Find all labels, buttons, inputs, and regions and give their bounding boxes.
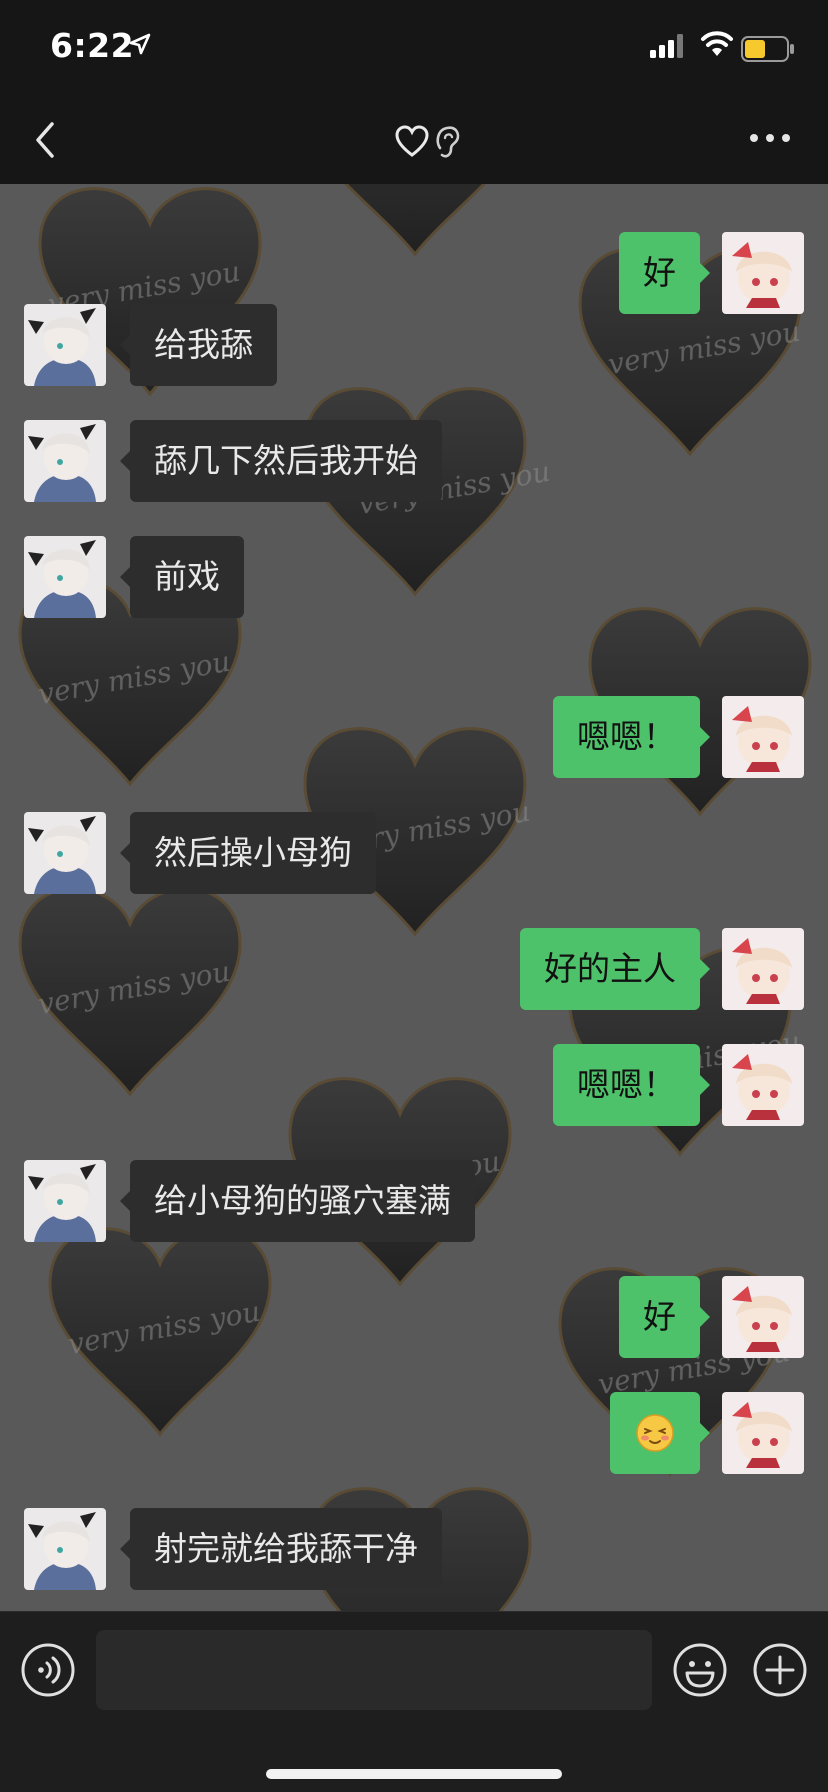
- message-bubble[interactable]: 前戏: [120, 536, 244, 618]
- message-received[interactable]: 然后操小母狗: [0, 812, 828, 894]
- wifi-icon: [701, 31, 733, 56]
- message-sent[interactable]: [0, 1392, 828, 1474]
- emoji-icon[interactable]: [672, 1642, 728, 1698]
- message-sent[interactable]: 好: [0, 232, 828, 314]
- message-bubble[interactable]: 给我舔: [120, 304, 277, 386]
- message-sent[interactable]: 嗯嗯！: [0, 696, 828, 778]
- user-avatar[interactable]: [722, 928, 804, 1010]
- voice-input-icon[interactable]: [20, 1642, 76, 1698]
- input-bar: [0, 1611, 828, 1792]
- blushing-emoji-icon: [636, 1414, 674, 1452]
- contact-avatar[interactable]: [24, 536, 106, 618]
- message-received[interactable]: 前戏: [0, 536, 828, 618]
- contact-avatar[interactable]: [24, 812, 106, 894]
- message-bubble[interactable]: 好: [619, 232, 710, 314]
- back-chevron-icon[interactable]: [28, 118, 64, 162]
- nav-bar: [0, 96, 828, 185]
- message-bubble[interactable]: 然后操小母狗: [120, 812, 376, 894]
- message-bubble[interactable]: 射完就给我舔干净: [120, 1508, 442, 1590]
- message-bubble[interactable]: 舔几下然后我开始: [120, 420, 442, 502]
- message-input[interactable]: [96, 1630, 652, 1710]
- contact-avatar[interactable]: [24, 1160, 106, 1242]
- message-bubble[interactable]: [610, 1392, 710, 1474]
- more-options-icon[interactable]: [748, 130, 792, 146]
- message-bubble[interactable]: 嗯嗯！: [553, 696, 710, 778]
- chat-title: [394, 124, 474, 160]
- chat-area[interactable]: very miss you very miss you very miss yo…: [0, 184, 828, 1611]
- message-bubble[interactable]: 嗯嗯！: [553, 1044, 710, 1126]
- message-received[interactable]: 给小母狗的骚穴塞满: [0, 1160, 828, 1242]
- message-bubble[interactable]: 好: [619, 1276, 710, 1358]
- ear-icon: [436, 126, 460, 158]
- status-time: 6:22: [50, 26, 135, 65]
- message-sent[interactable]: 好: [0, 1276, 828, 1358]
- user-avatar[interactable]: [722, 232, 804, 314]
- message-received[interactable]: 射完就给我舔干净: [0, 1508, 828, 1590]
- status-bar: 6:22: [0, 0, 828, 96]
- location-arrow-icon: [129, 33, 151, 55]
- user-avatar[interactable]: [722, 696, 804, 778]
- cell-signal-icon: [650, 34, 683, 58]
- user-avatar[interactable]: [722, 1392, 804, 1474]
- user-avatar[interactable]: [722, 1044, 804, 1126]
- message-bubble[interactable]: 好的主人: [520, 928, 710, 1010]
- contact-avatar[interactable]: [24, 420, 106, 502]
- message-received[interactable]: 舔几下然后我开始: [0, 420, 828, 502]
- contact-avatar[interactable]: [24, 1508, 106, 1590]
- message-received[interactable]: 给我舔: [0, 304, 828, 386]
- message-sent[interactable]: 嗯嗯！: [0, 1044, 828, 1126]
- chat-screen: 6:22 very miss you very miss you very mi…: [0, 0, 828, 1792]
- battery-icon: [741, 36, 794, 62]
- contact-avatar[interactable]: [24, 304, 106, 386]
- user-avatar[interactable]: [722, 1276, 804, 1358]
- message-bubble[interactable]: 给小母狗的骚穴塞满: [120, 1160, 475, 1242]
- heart-icon: [395, 125, 429, 157]
- add-attachment-icon[interactable]: [752, 1642, 808, 1698]
- home-indicator[interactable]: [266, 1769, 562, 1779]
- message-sent[interactable]: 好的主人: [0, 928, 828, 1010]
